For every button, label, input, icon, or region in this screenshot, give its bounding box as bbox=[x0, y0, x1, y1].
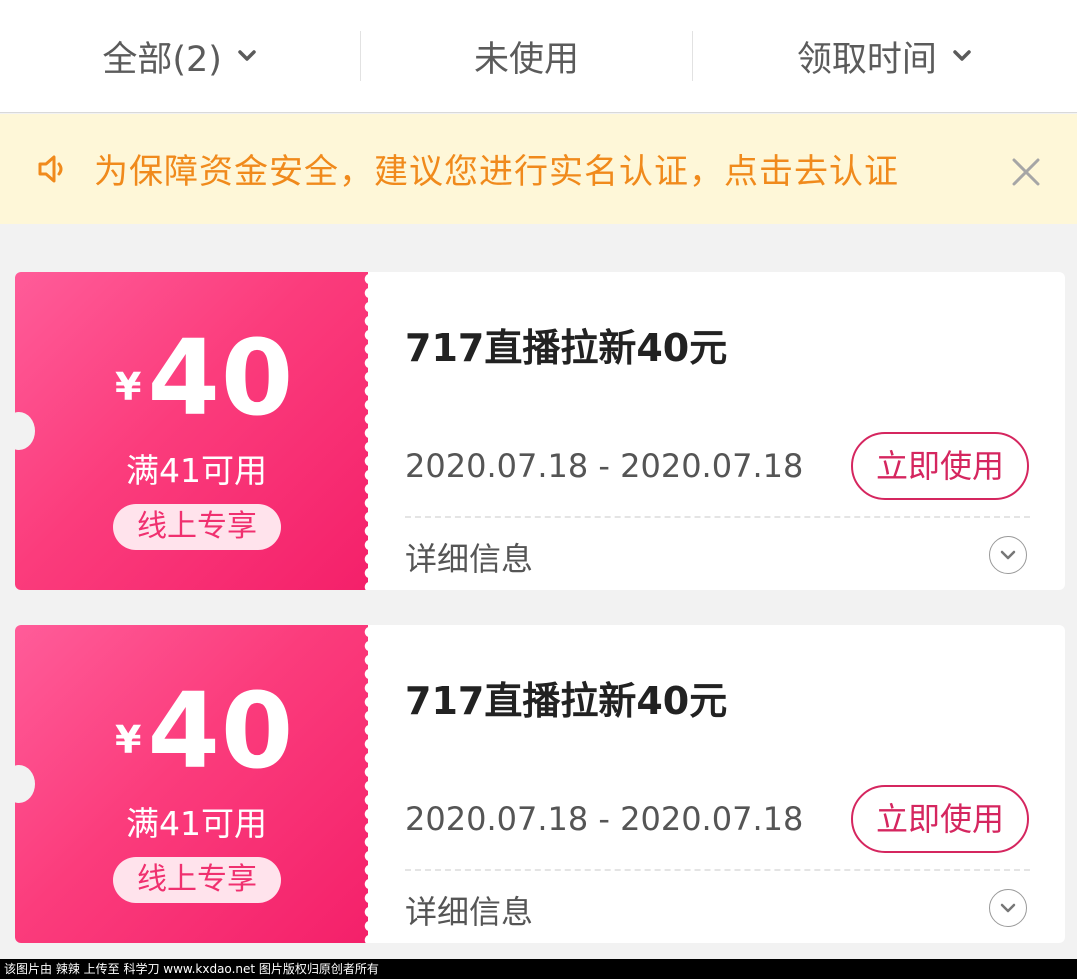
coupon-title: 717直播拉新40元 bbox=[405, 679, 728, 723]
filter-unused-tab[interactable]: 未使用 bbox=[361, 0, 691, 113]
filter-sort-label: 领取时间 bbox=[796, 39, 937, 80]
coupon-title: 717直播拉新40元 bbox=[405, 326, 728, 370]
perforated-edge bbox=[358, 625, 370, 943]
close-icon[interactable] bbox=[1008, 154, 1044, 190]
coupon-condition: 满41可用 bbox=[126, 451, 267, 490]
filter-all-label: 全部(2) bbox=[102, 39, 222, 80]
chevron-down-icon bbox=[236, 45, 258, 67]
speaker-icon bbox=[36, 152, 70, 186]
coupon-amount: ¥40 bbox=[115, 670, 294, 792]
amount-value: 40 bbox=[147, 317, 295, 439]
coupon-value-panel: ¥40 满41可用 线上专享 bbox=[15, 272, 368, 590]
coupon-condition: 满41可用 bbox=[126, 804, 267, 843]
filter-bar: 全部(2) 未使用 领取时间 bbox=[0, 0, 1077, 113]
coupon-date-range: 2020.07.18 - 2020.07.18 bbox=[405, 800, 804, 838]
coupon-tag: 线上专享 bbox=[113, 857, 281, 903]
use-now-button[interactable]: 立即使用 bbox=[851, 432, 1029, 500]
detail-info-label[interactable]: 详细信息 bbox=[405, 887, 533, 933]
coupon-tag: 线上专享 bbox=[113, 504, 281, 550]
coupon-card: ¥40 满41可用 线上专享 717直播拉新40元 2020.07.18 - 2… bbox=[15, 272, 1065, 590]
dashed-divider bbox=[405, 869, 1030, 871]
amount-value: 40 bbox=[147, 670, 295, 792]
watermark-footer: 该图片由 辣辣 上传至 科学刀 www.kxdao.net 图片版权归原创者所有 bbox=[0, 959, 1077, 979]
chevron-down-circle-icon[interactable] bbox=[989, 889, 1027, 927]
notice-text: 为保障资金安全，建议您进行实名认证，点击去认证 bbox=[94, 152, 899, 192]
filter-unused-label: 未使用 bbox=[474, 39, 580, 80]
chevron-down-circle-icon[interactable] bbox=[989, 536, 1027, 574]
coupon-amount: ¥40 bbox=[115, 317, 294, 439]
filter-all-dropdown[interactable]: 全部(2) bbox=[0, 0, 360, 113]
coupon-value-panel: ¥40 满41可用 线上专享 bbox=[15, 625, 368, 943]
coupon-card: ¥40 满41可用 线上专享 717直播拉新40元 2020.07.18 - 2… bbox=[15, 625, 1065, 943]
verification-notice[interactable]: 为保障资金安全，建议您进行实名认证，点击去认证 bbox=[0, 114, 1077, 224]
currency-symbol: ¥ bbox=[115, 718, 142, 762]
use-now-button[interactable]: 立即使用 bbox=[851, 785, 1029, 853]
detail-info-label[interactable]: 详细信息 bbox=[405, 534, 533, 580]
chevron-down-icon bbox=[951, 45, 973, 67]
dashed-divider bbox=[405, 516, 1030, 518]
currency-symbol: ¥ bbox=[115, 365, 142, 409]
filter-sort-dropdown[interactable]: 领取时间 bbox=[693, 0, 1077, 113]
coupon-date-range: 2020.07.18 - 2020.07.18 bbox=[405, 447, 804, 485]
perforated-edge bbox=[358, 272, 370, 590]
